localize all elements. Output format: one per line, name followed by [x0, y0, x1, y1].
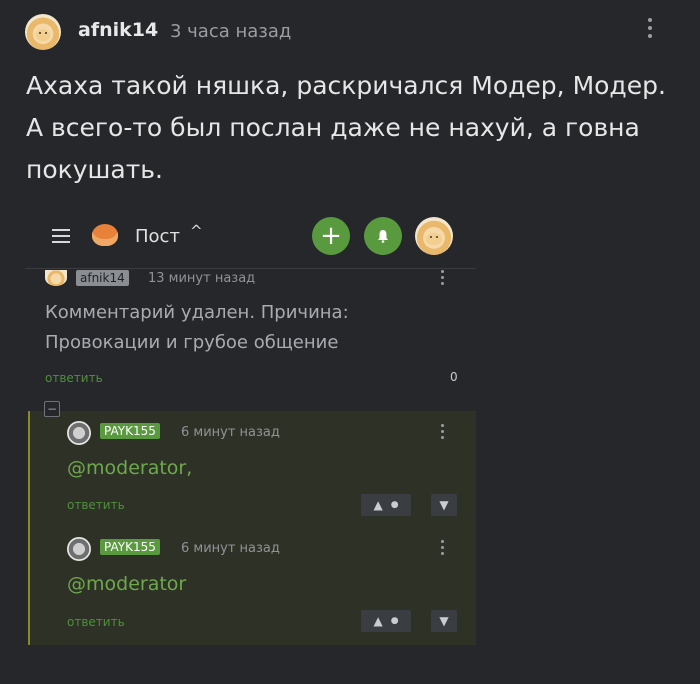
more-options-icon[interactable]	[648, 18, 652, 38]
collapse-thread-button[interactable]: −	[44, 401, 60, 417]
post-label[interactable]: Пост	[135, 226, 180, 247]
add-post-button[interactable]: +	[312, 217, 350, 255]
deleted-comment-timestamp: 13 минут назад	[148, 271, 256, 286]
chevron-up-glyph: ^	[190, 222, 203, 240]
nav-avatar[interactable]	[415, 217, 453, 255]
comment-username[interactable]: afnik14	[78, 19, 158, 41]
bell-icon	[378, 230, 388, 243]
plus-icon: +	[320, 221, 342, 251]
deleted-comment-avatar[interactable]	[45, 270, 67, 286]
vote-dot: ●	[390, 616, 399, 626]
reply-link[interactable]: ответить	[67, 498, 125, 512]
vote-down-button[interactable]: ▼	[431, 494, 457, 516]
vote-up-button[interactable]: ▲ ●	[361, 610, 411, 632]
vote-down-icon: ▼	[439, 498, 449, 512]
vote-down-button[interactable]: ▼	[431, 610, 457, 632]
vote-down-icon: ▼	[439, 614, 449, 628]
deleted-comment-username[interactable]: afnik14	[76, 270, 129, 286]
comment-count: 0	[450, 370, 458, 384]
reply-username[interactable]: PAYK155	[100, 539, 160, 555]
collapse-icon: −	[46, 402, 58, 416]
chevron-up-icon[interactable]: ^	[190, 222, 203, 240]
vote-up-icon: ▲	[373, 614, 383, 628]
hamburger-icon[interactable]	[52, 225, 70, 247]
notifications-button[interactable]	[364, 217, 402, 255]
more-options-icon[interactable]	[441, 270, 444, 285]
vote-up-button[interactable]: ▲ ●	[361, 494, 411, 516]
avatar[interactable]	[25, 14, 61, 50]
reply-username[interactable]: PAYK155	[100, 423, 160, 439]
reply-text[interactable]: @moderator,	[67, 457, 192, 479]
reply-timestamp: 6 минут назад	[181, 541, 280, 556]
comment-timestamp: 3 часа назад	[170, 21, 292, 42]
more-options-icon[interactable]	[441, 540, 444, 555]
thread-line[interactable]	[28, 411, 30, 645]
logo-icon[interactable]	[92, 224, 118, 246]
reply-avatar[interactable]	[67, 421, 91, 445]
deleted-comment-text: Комментарий удален. Причина: Провокации …	[45, 302, 349, 353]
comment-text: Ахаха такой няшка, раскричался Модер, Мо…	[26, 71, 666, 184]
divider	[25, 268, 476, 269]
reply-avatar[interactable]	[67, 537, 91, 561]
more-options-icon[interactable]	[441, 424, 444, 439]
vote-up-icon: ▲	[373, 498, 383, 512]
reply-link[interactable]: ответить	[45, 371, 103, 385]
reply-link[interactable]: ответить	[67, 615, 125, 629]
reply-text[interactable]: @moderator	[67, 573, 186, 595]
reply-timestamp: 6 минут назад	[181, 425, 280, 440]
vote-dot: ●	[390, 500, 399, 510]
